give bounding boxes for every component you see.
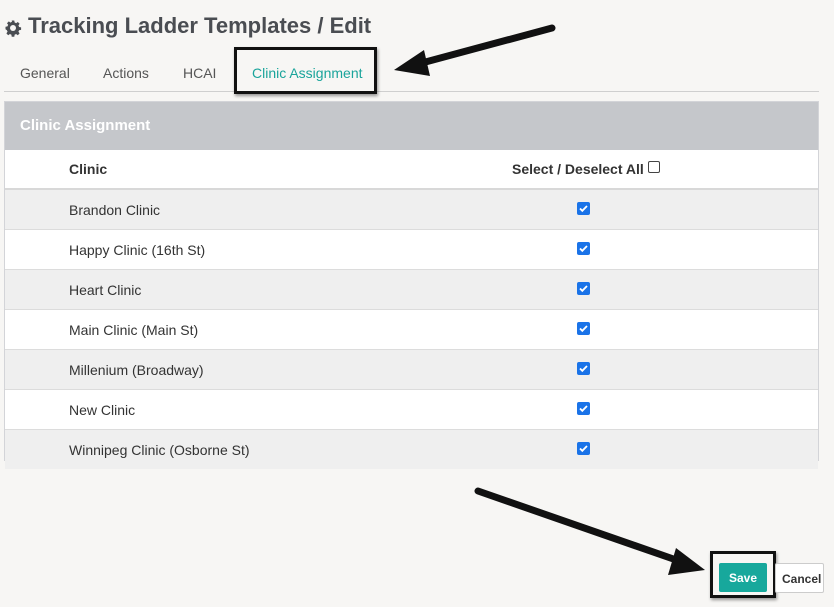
- tab-actions[interactable]: Actions: [103, 54, 149, 90]
- clinic-assignment-panel: Clinic Assignment Clinic Select / Desele…: [4, 101, 819, 469]
- table-row: Brandon Clinic: [5, 190, 818, 230]
- table-header: Clinic Select / Deselect All: [5, 150, 818, 190]
- table-row: Millenium (Broadway): [5, 350, 818, 390]
- clinic-name: Winnipeg Clinic (Osborne St): [69, 441, 250, 458]
- clinic-name: Brandon Clinic: [69, 201, 161, 218]
- tab-highlight-box: [234, 47, 377, 94]
- table-row: New Clinic: [5, 390, 818, 430]
- tab-hcai[interactable]: HCAI: [183, 54, 216, 90]
- table-row: Happy Clinic (16th St): [5, 230, 818, 270]
- clinic-name: Heart Clinic: [69, 281, 142, 298]
- clinic-checkbox[interactable]: [577, 242, 590, 255]
- clinic-column-header: Clinic: [69, 161, 108, 177]
- panel-title: Clinic Assignment: [5, 102, 818, 150]
- clinic-name: Millenium (Broadway): [69, 361, 204, 378]
- tab-bar: General Actions HCAI Clinic Assignment: [4, 54, 819, 92]
- clinic-checkbox[interactable]: [577, 402, 590, 415]
- table-row: Heart Clinic: [5, 270, 818, 310]
- select-all-checkbox[interactable]: [647, 161, 660, 173]
- clinic-name: Main Clinic (Main St): [69, 321, 199, 338]
- tab-general[interactable]: General: [20, 54, 70, 90]
- cancel-button[interactable]: Cancel: [775, 563, 824, 593]
- page-title-text: Tracking Ladder Templates / Edit: [28, 13, 372, 38]
- clinic-checkbox[interactable]: [577, 202, 590, 215]
- select-all-header: Select / Deselect All: [512, 161, 660, 177]
- clinic-name: New Clinic: [69, 401, 136, 418]
- clinic-checkbox[interactable]: [577, 282, 590, 295]
- table-row: Main Clinic (Main St): [5, 310, 818, 350]
- clinic-checkbox[interactable]: [577, 322, 590, 335]
- gear-icon: [4, 17, 22, 37]
- table-row: Winnipeg Clinic (Osborne St): [5, 430, 818, 469]
- clinic-table-body: Brandon Clinic Happy Clinic (16th St) He…: [5, 190, 818, 469]
- clinic-name: Happy Clinic (16th St): [69, 241, 206, 258]
- page-title: Tracking Ladder Templates / Edit: [4, 10, 371, 42]
- save-button[interactable]: Save: [719, 563, 767, 592]
- clinic-checkbox[interactable]: [577, 442, 590, 455]
- select-all-label: Select / Deselect All: [512, 161, 644, 177]
- clinic-checkbox[interactable]: [577, 362, 590, 375]
- arrow-icon: [474, 487, 705, 575]
